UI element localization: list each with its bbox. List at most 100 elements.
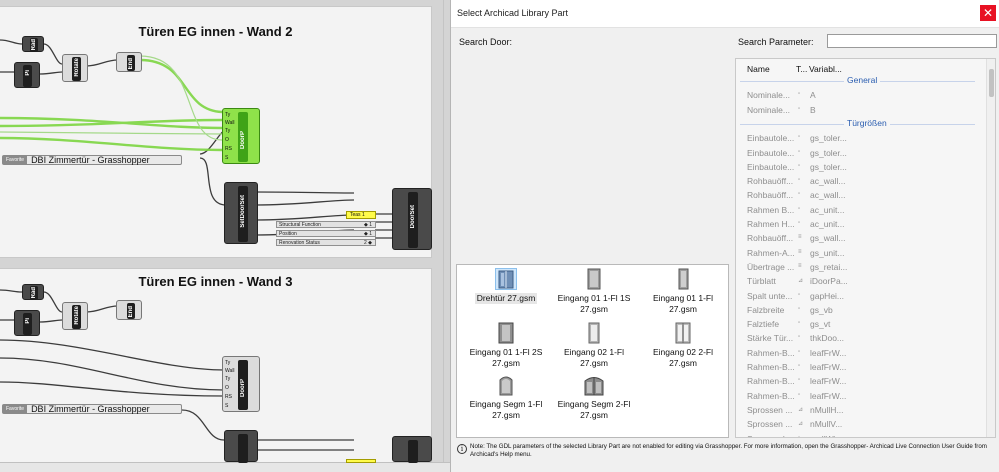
library-part-list[interactable]: Drehtür 27.gsm Eingang 01 1-Fl 1S 27.gsm E… [456,264,729,438]
library-part-item[interactable]: Eingang Segm 2-Fl 27.gsm [549,374,639,421]
parameter-row[interactable]: Einbautole... ▫ gs_toler... [736,146,995,160]
rad-component[interactable]: Rad [22,36,44,52]
parameter-type-icon: ▫ [798,291,801,298]
parameter-row[interactable]: Sprossen ... ⊿ nMullV... [736,417,995,431]
parameter-row[interactable]: Nominale... ▫ B [736,103,995,117]
parameter-variable: gapHei... [810,290,845,301]
parameter-row[interactable]: Rohbauöff... ▫ ac_wall... [736,174,995,188]
favorite-value-list-2[interactable]: Favorite DBI Zimmertür - Grasshopper [2,404,182,414]
parameter-row[interactable]: Rohbauöff... ▫ ac_wall... [736,188,995,202]
parameter-row[interactable]: Türblatt ⊿ iDoorPa... [736,274,995,288]
parameter-name: Falztiefe [747,319,780,330]
setdoorset-component-2[interactable] [224,430,258,463]
end-component[interactable]: End [116,52,142,72]
parameter-variable: ac_unit... [810,219,845,229]
scrollbar-thumb[interactable] [989,69,994,97]
parameter-row[interactable]: Einbautole... ▫ gs_toler... [736,131,995,145]
parameter-table-scrollbar[interactable] [986,59,995,437]
parameter-name: Rohbauöff... [747,233,794,244]
doorset-component[interactable]: DoorSet [392,188,432,250]
parameter-variable: A [810,90,816,101]
parameter-name: Nominale... [747,104,790,115]
parameter-variable: leafFrW... [810,362,847,372]
info-icon: i [457,444,467,454]
yellow-panel-2[interactable] [346,459,376,463]
param-position[interactable]: Position ◆ 1 [276,230,376,237]
parameter-name: Türblatt [747,276,776,287]
double-door-icon [672,322,694,344]
parameter-type-icon: ▫ [798,105,801,112]
parameter-name: Rahmen-B... [747,362,795,372]
library-part-item[interactable]: Eingang 02 2-Fl 27.gsm [638,322,728,369]
favorite-value: DBI Zimmertür - Grasshopper [31,155,150,165]
parameter-row[interactable]: Rahmen-B... ▫ leafFrW... [736,346,995,360]
parameter-type-icon: ▫ [798,305,801,312]
rotate-component-2[interactable]: Rotate [62,302,88,330]
parameter-row[interactable]: Rahmen-B... ▫ leafFrW... [736,374,995,388]
library-part-item[interactable]: Eingang 01 1-Fl 27.gsm [638,268,728,315]
library-part-name: Eingang 01 1-Fl 2S 27.gsm [469,347,543,368]
parameter-type-icon: ▫ [798,205,801,212]
parameter-section: Türgrößen [736,117,995,131]
rad-component-2[interactable]: Rad [22,284,44,300]
library-part-item[interactable]: Eingang 01 1-Fl 1S 27.gsm [549,268,639,315]
column-header-variable[interactable]: Variabl... [809,64,842,74]
parameter-row[interactable]: Rohbauöff... ≡ gs_wall... [736,231,995,245]
grasshopper-canvas[interactable]: Türen EG innen - Wand 2 Türen EG innen -… [0,0,450,472]
parameter-row[interactable]: Sprossenb...▫ mullWi... [736,432,995,438]
parameter-variable: nMullH... [810,404,844,415]
parameter-row[interactable]: Sprossen ... ⊿ nMullH... [736,403,995,417]
parameter-row[interactable]: Übertrage ... ≡ gs_retai... [736,260,995,274]
library-part-item[interactable]: Eingang 01 1-Fl 2S 27.gsm [461,322,551,369]
dialog-titlebar[interactable]: Select Archicad Library Part ✕ [451,0,999,28]
param-renovation-status[interactable]: Renovation Status 2 ◆ [276,239,376,246]
close-icon: ✕ [982,6,994,20]
end-component-2[interactable]: End [116,300,142,320]
library-part-item[interactable]: Eingang Segm 1-Fl 27.gsm [461,374,551,421]
pi-component-2[interactable]: Pi [14,310,40,336]
door-2s-icon [495,322,517,344]
parameter-name: Einbautole... [747,147,795,158]
select-library-part-dialog: Select Archicad Library Part ✕ Search Do… [450,0,999,472]
door-icon [672,268,694,290]
column-header-type[interactable]: T... [796,64,807,74]
parameter-row[interactable]: Einbautole... ▫ gs_toler... [736,160,995,174]
search-parameter-input[interactable] [827,34,997,48]
search-door-label: Search Door: [459,37,513,47]
parameter-row[interactable]: Falztiefe ▫ gs_vt [736,317,995,331]
doorp-component[interactable]: DoorP Ty Wall Ty O RS S [222,108,260,164]
parameter-table[interactable]: Name T... Variabl... General Nominale... ▫… [735,58,996,438]
parameter-type-icon: ▫ [798,348,801,355]
parameter-row[interactable]: Spalt unte... ▫ gapHei... [736,289,995,303]
library-part-item[interactable]: Drehtür 27.gsm [461,268,551,304]
yellow-panel[interactable]: Teas 1 [346,211,376,219]
parameter-row[interactable]: Rahmen-B... ▫ leafFrW... [736,389,995,403]
pi-component[interactable]: Pi [14,62,40,88]
parameter-row[interactable]: Nominale... ▫ A [736,88,995,102]
parameter-type-icon: ▫ [798,191,801,198]
parameter-row[interactable]: Stärke Tür... ▫ thkDoo... [736,331,995,345]
doorp-component-2[interactable]: DoorP Ty Wall Ty O RS S [222,356,260,412]
column-header-name[interactable]: Name [747,64,770,74]
parameter-name: Falzbreite [747,304,785,315]
param-structural-function[interactable]: Structural Function ◆ 1 [276,221,376,228]
parameter-type-icon: ≡ [798,262,802,269]
parameter-row[interactable]: Rahmen-A... ≡ gs_unit... [736,246,995,260]
setdoorset-component[interactable]: SetDoorSet [224,182,258,244]
parameter-name: Sprossen ... [747,419,793,430]
parameter-row[interactable]: Rahmen B... ▫ ac_unit... [736,203,995,217]
rotate-component[interactable]: Rotate [62,54,88,82]
parameter-row[interactable]: Rahmen H... ▫ ac_unit... [736,217,995,231]
parameter-variable: ac_wall... [810,190,846,201]
parameter-type-icon: ≡ [798,234,802,241]
parameter-variable: gs_toler... [810,161,847,172]
arched-door-icon [495,374,517,396]
parameter-name: Rahmen B... [747,204,795,215]
favorite-value-list[interactable]: Favorite DBI Zimmertür - Grasshopper [2,155,182,165]
parameter-row[interactable]: Rahmen-B... ▫ leafFrW... [736,360,995,374]
library-part-item[interactable]: Eingang 02 1-Fl 27.gsm [549,322,639,369]
doorset-component-2[interactable] [392,436,432,463]
parameter-row[interactable]: Falzbreite ▫ gs_vb [736,303,995,317]
close-button[interactable]: ✕ [980,5,996,21]
parameter-variable: gs_toler... [810,147,847,158]
